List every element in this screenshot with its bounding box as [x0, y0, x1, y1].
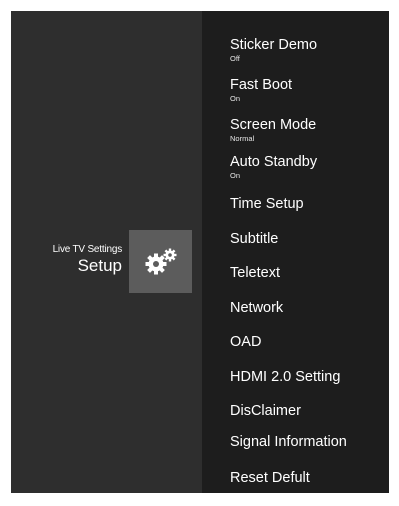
page-title: Setup — [77, 256, 122, 275]
menu-item-value: Normal — [230, 134, 255, 143]
left-pane: Live TV Settings Setup — [11, 11, 202, 493]
breadcrumb: Live TV Settings Setup — [52, 244, 123, 276]
right-pane: Sticker Demo Off Fast Boot On Screen Mod… — [202, 11, 389, 493]
menu-item-screen-mode[interactable]: Screen Mode Normal — [230, 117, 316, 143]
menu-item-disclaimer[interactable]: DisClaimer — [230, 403, 301, 420]
menu-item-label: HDMI 2.0 Setting — [230, 369, 341, 385]
menu-item-teletext[interactable]: Teletext — [230, 265, 280, 282]
gear-icon — [145, 248, 176, 274]
menu-item-reset-default[interactable]: Reset Defult — [230, 470, 310, 487]
menu-item-network[interactable]: Network — [230, 300, 283, 317]
menu-item-oad[interactable]: OAD — [230, 334, 261, 351]
menu-item-label: Reset Defult — [230, 470, 310, 486]
menu-item-hdmi-2-0-setting[interactable]: HDMI 2.0 Setting — [230, 369, 340, 386]
menu-item-label: Fast Boot — [230, 77, 293, 93]
menu-item-fast-boot[interactable]: Fast Boot On — [230, 77, 292, 103]
menu-item-label: Time Setup — [230, 196, 304, 212]
menu-item-label: Screen Mode — [230, 117, 317, 133]
setup-icon-tile — [129, 230, 192, 293]
tv-settings-screen: Live TV Settings Setup Sticker Demo Off … — [11, 11, 389, 493]
menu-item-label: Sticker Demo — [230, 37, 318, 53]
breadcrumb-parent: Live TV Settings — [52, 244, 123, 255]
menu-item-signal-information[interactable]: Signal Information — [230, 434, 347, 451]
menu-item-label: Subtitle — [230, 231, 279, 247]
menu-item-label: Network — [230, 300, 284, 316]
menu-item-value: Off — [230, 54, 240, 63]
menu-item-subtitle[interactable]: Subtitle — [230, 231, 278, 248]
menu-item-label: DisClaimer — [230, 403, 301, 419]
menu-item-time-setup[interactable]: Time Setup — [230, 196, 304, 213]
menu-item-label: Signal Information — [230, 434, 347, 450]
menu-item-label: OAD — [230, 334, 262, 350]
menu-item-label: Auto Standby — [230, 154, 318, 170]
menu-item-value: On — [230, 171, 241, 180]
menu-item-value: On — [230, 94, 241, 103]
menu-item-auto-standby[interactable]: Auto Standby On — [230, 154, 317, 180]
menu-item-label: Teletext — [230, 265, 280, 281]
menu-item-sticker-demo[interactable]: Sticker Demo Off — [230, 37, 317, 63]
